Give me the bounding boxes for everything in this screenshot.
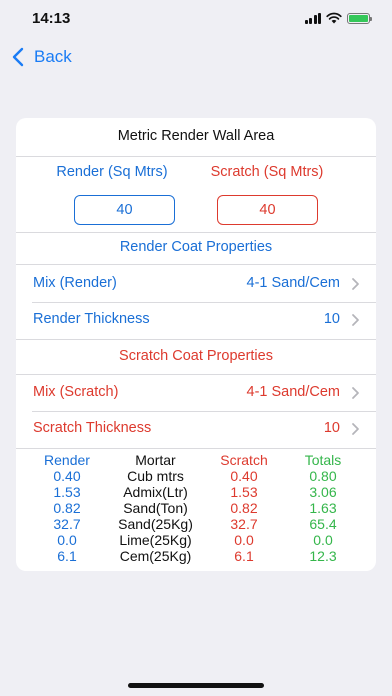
render-coat-section-title: Render Coat Properties <box>119 239 273 255</box>
totals-column-header: Totals <box>304 452 342 468</box>
render-thickness-row[interactable]: Render Thickness 10 <box>16 302 376 338</box>
render-mix-row[interactable]: Mix (Render) 4-1 Sand/Cem <box>16 266 376 302</box>
render-area-input[interactable]: 40 <box>74 195 175 225</box>
scratch-value: 6.1 <box>234 548 254 564</box>
scratch-area-input[interactable]: 40 <box>217 195 318 225</box>
render-thickness-value: 10 <box>323 311 340 327</box>
chevron-right-icon <box>352 423 359 435</box>
render-value: 0.0 <box>57 532 77 548</box>
battery-icon <box>347 12 372 24</box>
scratch-mix-label: Mix (Scratch) <box>33 384 119 400</box>
divider <box>16 156 376 157</box>
mortar-item: Admix(Ltr) <box>123 484 188 500</box>
scratch-thickness-label: Scratch Thickness <box>33 420 152 436</box>
divider <box>16 232 376 233</box>
mortar-item: Cem(25Kg) <box>119 548 192 564</box>
back-button[interactable]: Back <box>34 47 72 67</box>
status-icons <box>304 12 372 24</box>
scratch-area-header: Scratch (Sq Mtrs) <box>210 164 324 180</box>
render-results-column: Render 0.40 1.53 0.82 32.7 0.0 6.1 <box>34 452 100 564</box>
chevron-right-icon <box>352 278 359 290</box>
scratch-value: 0.82 <box>230 500 258 516</box>
card-title: Metric Render Wall Area <box>117 128 275 144</box>
totals-value: 0.0 <box>313 532 333 548</box>
scratch-value: 1.53 <box>230 484 258 500</box>
status-bar: 14:13 <box>0 0 392 40</box>
render-mix-label: Mix (Render) <box>33 275 117 291</box>
render-value: 1.53 <box>53 484 81 500</box>
calculator-card: Metric Render Wall Area Render (Sq Mtrs)… <box>16 118 376 571</box>
scratch-value: 0.0 <box>234 532 254 548</box>
divider <box>16 339 376 340</box>
render-area-header: Render (Sq Mtrs) <box>56 164 168 180</box>
render-value: 0.82 <box>53 500 81 516</box>
divider <box>16 264 376 265</box>
totals-value: 0.80 <box>309 468 337 484</box>
totals-value: 65.4 <box>309 516 337 532</box>
status-time: 14:13 <box>32 10 71 27</box>
render-column-header: Render <box>44 452 90 468</box>
nav-bar: Back <box>8 44 72 70</box>
scratch-value: 0.40 <box>230 468 258 484</box>
mortar-column-header: Mortar <box>135 452 176 468</box>
scratch-mix-row[interactable]: Mix (Scratch) 4-1 Sand/Cem <box>16 375 376 411</box>
render-thickness-label: Render Thickness <box>33 311 150 327</box>
mortar-item: Lime(25Kg) <box>119 532 192 548</box>
scratch-coat-section-title: Scratch Coat Properties <box>119 348 273 364</box>
render-value: 0.40 <box>53 468 81 484</box>
scratch-thickness-value: 10 <box>323 420 340 436</box>
totals-value: 3.06 <box>309 484 337 500</box>
render-value: 6.1 <box>57 548 77 564</box>
scratch-thickness-row[interactable]: Scratch Thickness 10 <box>16 411 376 447</box>
totals-results-column: Totals 0.80 3.06 1.63 65.4 0.0 12.3 <box>290 452 356 564</box>
totals-value: 12.3 <box>309 548 337 564</box>
mortar-item: Sand(Ton) <box>123 500 188 516</box>
chevron-right-icon <box>352 387 359 399</box>
scratch-results-column: Scratch 0.40 1.53 0.82 32.7 0.0 6.1 <box>208 452 280 564</box>
mortar-item: Sand(25Kg) <box>118 516 193 532</box>
render-value: 32.7 <box>53 516 81 532</box>
mortar-results-column: Mortar Cub mtrs Admix(Ltr) Sand(Ton) San… <box>108 452 203 564</box>
mortar-item: Cub mtrs <box>127 468 184 484</box>
back-chevron-icon[interactable] <box>8 44 32 70</box>
scratch-value: 32.7 <box>230 516 258 532</box>
divider <box>16 448 376 449</box>
scratch-column-header: Scratch <box>220 452 268 468</box>
wifi-icon <box>326 12 342 24</box>
scratch-mix-value: 4-1 Sand/Cem <box>246 384 341 400</box>
chevron-right-icon <box>352 314 359 326</box>
totals-value: 1.63 <box>309 500 337 516</box>
render-mix-value: 4-1 Sand/Cem <box>246 275 341 291</box>
cellular-signal-icon <box>304 12 321 24</box>
home-indicator[interactable] <box>128 683 264 688</box>
